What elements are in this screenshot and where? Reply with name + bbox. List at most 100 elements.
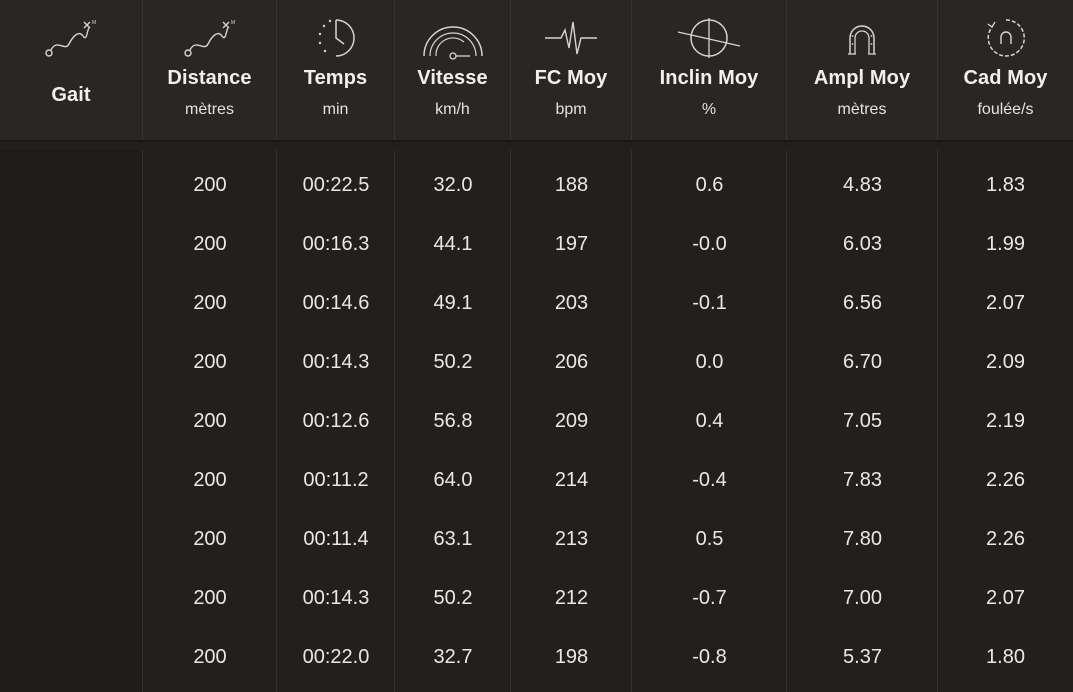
cell-ampl: 7.83 (843, 469, 882, 491)
table-row[interactable]: 200 00:16.3 44.1 197 -0.0 6.03 1.99 (0, 215, 1073, 274)
table-row[interactable]: 200 00:12.6 56.8 209 0.4 7.05 2.19 (0, 392, 1073, 451)
header-title-temps: Temps (303, 67, 368, 89)
cell-fc: 198 (554, 646, 589, 668)
cell-fc: 214 (554, 469, 589, 491)
header-cad[interactable]: Cad Moy foulée/s (938, 0, 1073, 140)
cell-distance: 200 (193, 646, 227, 668)
header-fc[interactable]: FC Moy bpm (511, 0, 632, 140)
cell-gait (0, 569, 143, 628)
table-row[interactable]: 200 00:11.4 63.1 213 0.5 7.80 2.26 (0, 510, 1073, 569)
cell-vitesse: 32.7 (433, 646, 473, 668)
cell-temps: 00:11.4 (303, 528, 369, 550)
cell-fc: 209 (554, 410, 589, 432)
cell-inclin: -0.7 (692, 587, 727, 609)
cell-fc: 188 (554, 174, 589, 196)
cell-gait (0, 451, 143, 510)
cell-ampl: 6.03 (843, 233, 882, 255)
cell-distance: 200 (193, 351, 227, 373)
header-vitesse[interactable]: Vitesse km/h (395, 0, 511, 140)
cell-vitesse: 50.2 (433, 587, 473, 609)
cell-cad: 1.80 (986, 646, 1025, 668)
cell-ampl: 7.80 (843, 528, 882, 550)
table-row[interactable]: 200 00:11.2 64.0 214 -0.4 7.83 2.26 (0, 451, 1073, 510)
cell-ampl: 6.70 (843, 351, 882, 373)
table-row[interactable]: 200 00:14.6 49.1 203 -0.1 6.56 2.07 (0, 274, 1073, 333)
cell-temps: 00:16.3 (302, 233, 370, 255)
cell-gait (0, 274, 143, 333)
cell-distance: 200 (193, 174, 227, 196)
cell-distance: 200 (193, 528, 227, 550)
svg-text:M: M (231, 20, 235, 26)
cell-gait (0, 628, 143, 687)
cell-fc: 213 (554, 528, 589, 550)
header-unit-inclin: % (701, 101, 717, 118)
cell-ampl: 4.83 (843, 174, 882, 196)
stopwatch-icon (306, 14, 366, 62)
cell-fc: 212 (554, 587, 589, 609)
cell-inclin: -0.8 (692, 646, 727, 668)
table-row[interactable]: 200 00:22.5 32.0 188 0.6 4.83 1.83 (0, 156, 1073, 215)
cell-cad: 1.99 (986, 233, 1025, 255)
cell-temps: 00:22.0 (302, 646, 370, 668)
cell-distance: 200 (193, 292, 227, 314)
cell-temps: 00:12.6 (302, 410, 370, 432)
cell-temps: 00:14.3 (302, 351, 370, 373)
header-distance[interactable]: M Distance mètres (143, 0, 277, 140)
table-body: 200 00:22.5 32.0 188 0.6 4.83 1.83 200 00:16.3 44… (0, 150, 1073, 692)
table-row[interactable]: 200 00:14.3 50.2 206 0.0 6.70 2.09 (0, 333, 1073, 392)
cell-cad: 1.83 (986, 174, 1025, 196)
heartbeat-icon (541, 14, 601, 62)
header-title-distance: Distance (167, 67, 252, 89)
cell-cad: 2.07 (986, 587, 1025, 609)
cell-cad: 2.09 (986, 351, 1025, 373)
cell-gait (0, 215, 143, 274)
cell-fc: 206 (554, 351, 589, 373)
cell-temps: 00:14.3 (302, 587, 370, 609)
svg-text:M: M (92, 20, 96, 26)
cell-inclin: -0.0 (692, 233, 727, 255)
header-unit-cad: foulée/s (977, 101, 1034, 118)
header-title-ampl: Ampl Moy (813, 67, 911, 89)
cell-fc: 197 (554, 233, 589, 255)
cell-inclin: 0.6 (695, 174, 724, 196)
table-row[interactable]: 200 00:22.0 32.7 198 -0.8 5.37 1.80 (0, 628, 1073, 687)
cell-cad: 2.26 (986, 469, 1025, 491)
cell-ampl: 5.37 (843, 646, 882, 668)
cell-ampl: 7.05 (843, 410, 882, 432)
cell-vitesse: 50.2 (433, 351, 473, 373)
cell-distance: 200 (193, 587, 227, 609)
cell-gait (0, 392, 143, 451)
header-unit-fc: bpm (555, 101, 587, 118)
header-inclin[interactable]: Inclin Moy% (632, 0, 787, 140)
cell-distance: 200 (193, 469, 227, 491)
header-title-vitesse: Vitesse (417, 67, 488, 89)
cell-ampl: 6.56 (843, 292, 882, 314)
gait-path-icon: M (41, 14, 101, 62)
cell-vitesse: 44.1 (433, 233, 473, 255)
cell-vitesse: 32.0 (433, 174, 473, 196)
cell-gait (0, 156, 143, 215)
cell-inclin: 0.4 (695, 410, 724, 432)
header-unit-temps: min (322, 101, 349, 118)
header-unit-vitesse: km/h (435, 101, 470, 118)
cell-distance: 200 (193, 410, 227, 432)
stats-table: M Gait M Distance mètres Temps min Vitesse km/h F… (0, 0, 1073, 692)
cell-cad: 2.26 (986, 528, 1025, 550)
cell-distance: 200 (193, 233, 227, 255)
cell-gait (0, 510, 143, 569)
incline-icon (677, 14, 741, 62)
distance-path-icon: M (180, 14, 240, 62)
header-title-fc: FC Moy (534, 67, 608, 89)
header-ampl[interactable]: Ampl Moy mètres (787, 0, 938, 140)
horseshoe-icon (832, 14, 892, 62)
cell-inclin: -0.1 (692, 292, 727, 314)
cell-vitesse: 56.8 (433, 410, 473, 432)
table-row[interactable]: 200 00:14.3 50.2 212 -0.7 7.00 2.07 (0, 569, 1073, 628)
cell-vitesse: 49.1 (433, 292, 473, 314)
cell-ampl: 7.00 (843, 587, 882, 609)
header-temps[interactable]: Temps min (277, 0, 395, 140)
cell-temps: 00:11.2 (303, 469, 369, 491)
header-unit-ampl: mètres (837, 101, 887, 118)
speedometer-icon (422, 14, 483, 62)
header-gait[interactable]: M Gait (0, 0, 143, 140)
